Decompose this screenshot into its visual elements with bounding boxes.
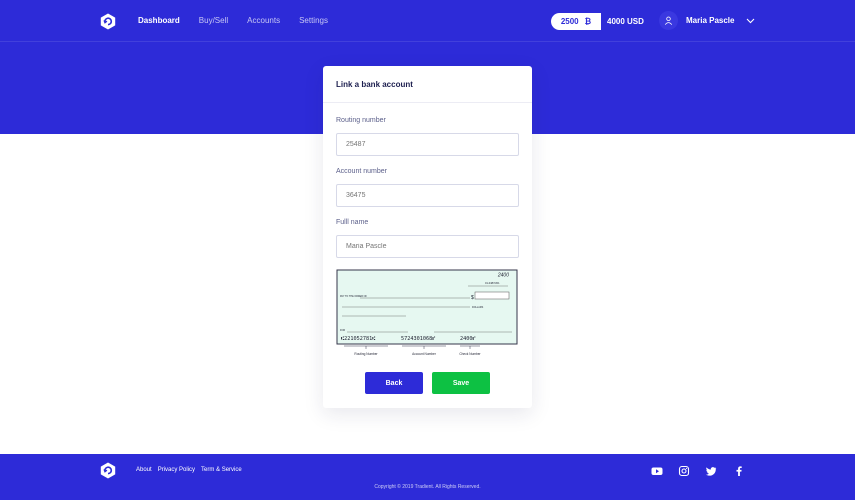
footer-link-privacy[interactable]: Privacy Policy — [158, 467, 195, 473]
cheque-number: 2400 — [497, 273, 509, 279]
chevron-down-icon[interactable] — [746, 18, 755, 24]
copyright-text: Copyright © 2019 Tradient. All Rights Re… — [374, 484, 481, 490]
save-button[interactable]: Save — [432, 372, 490, 394]
cheque-for-label: FOR — [340, 329, 345, 332]
micr-routing: ⑆221052781⑆ — [341, 336, 375, 342]
caption-routing: Routing Number — [354, 352, 378, 356]
caption-check: Check Number — [459, 352, 481, 356]
balance-widget[interactable]: 2500 ₿ 4000 USD — [551, 13, 644, 30]
back-button[interactable]: Back — [365, 372, 423, 394]
cheque-illustration: 2400 01-0487/201 PAY TO THE ORDER OF $ D… — [336, 269, 518, 356]
facebook-icon[interactable] — [733, 465, 745, 477]
cheque-pay-to: PAY TO THE ORDER OF — [340, 295, 368, 298]
full-name-label: Fulll name — [336, 219, 369, 226]
avatar[interactable] — [659, 11, 678, 30]
user-name: Maria Pascle — [686, 16, 735, 25]
cheque-fraction: 01-0487/201 — [485, 281, 500, 285]
caption-account: Account Number — [412, 352, 437, 356]
btc-balance: 2500 ₿ — [551, 13, 601, 30]
micr-account: 5724301068⑈ — [401, 336, 435, 342]
link-bank-card: Link a bank account Routing number Accou… — [323, 66, 532, 408]
routing-number-label: Routing number — [336, 117, 386, 124]
user-icon — [664, 16, 673, 25]
account-number-label: Account number — [336, 168, 387, 175]
card-header: Link a bank account — [323, 66, 532, 103]
nav-settings[interactable]: Settings — [299, 16, 328, 25]
user-menu[interactable]: Maria Pascle — [659, 11, 755, 30]
nav-buy-sell[interactable]: Buy/Sell — [199, 16, 228, 25]
full-name-input[interactable] — [336, 235, 519, 258]
btc-amount: 2500 — [560, 17, 579, 26]
youtube-icon[interactable] — [651, 465, 663, 477]
footer-logo-icon[interactable] — [100, 462, 116, 479]
bitcoin-icon: ₿ — [584, 17, 592, 26]
cheque-dollars-word: DOLLARS — [472, 306, 484, 309]
nav-accounts[interactable]: Accounts — [247, 16, 280, 25]
usd-balance: 4000 USD — [607, 17, 644, 26]
nav-dashboard[interactable]: Dashboard — [138, 16, 180, 25]
cheque-dollar-sign: $ — [471, 295, 474, 301]
twitter-icon[interactable] — [705, 465, 717, 477]
micr-check: 2400⑈ — [460, 336, 476, 342]
footer-link-terms[interactable]: Term & Service — [201, 467, 242, 473]
account-number-input[interactable] — [336, 184, 519, 207]
footer: About Privacy Policy Term & Service Copy… — [0, 454, 855, 500]
card-title: Link a bank account — [336, 80, 413, 89]
amount-box — [474, 291, 510, 300]
footer-link-about[interactable]: About — [136, 467, 152, 473]
routing-number-input[interactable] — [336, 133, 519, 156]
instagram-icon[interactable] — [678, 465, 690, 477]
top-nav: Dashboard Buy/Sell Accounts Settings 250… — [0, 0, 855, 42]
nav-links: Dashboard Buy/Sell Accounts Settings — [138, 16, 347, 25]
brand-logo-icon[interactable] — [100, 13, 116, 30]
footer-links: About Privacy Policy Term & Service — [136, 467, 248, 473]
